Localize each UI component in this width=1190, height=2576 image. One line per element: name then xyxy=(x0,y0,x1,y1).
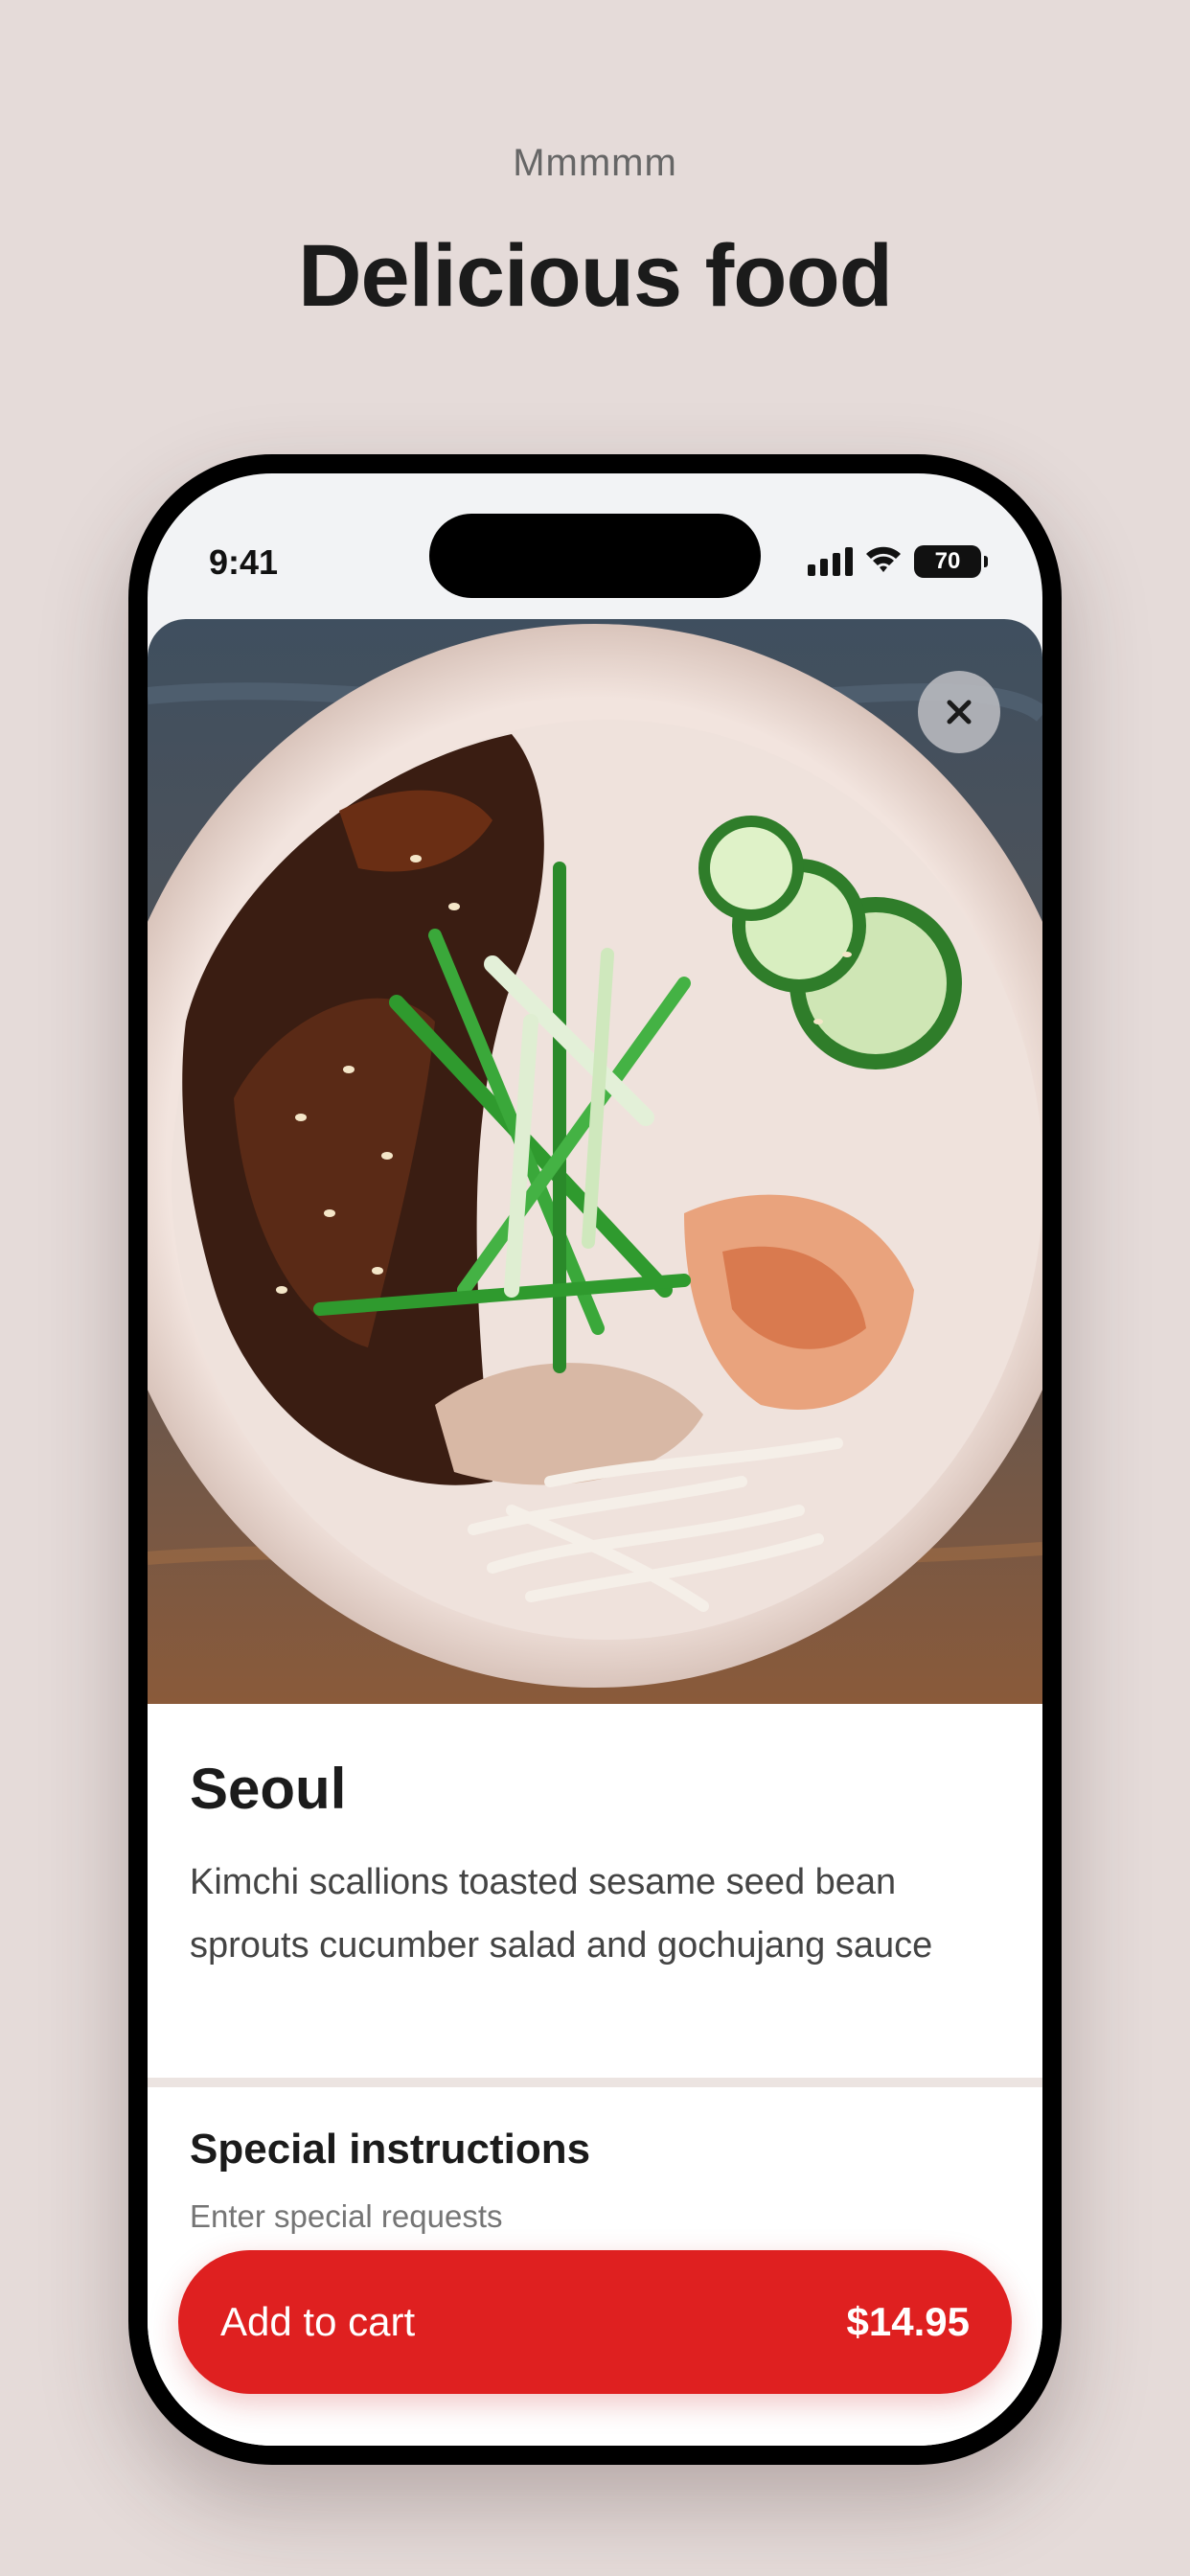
item-info: Seoul Kimchi scallions toasted sesame se… xyxy=(148,1704,1042,2078)
phone-frame: 9:41 70 Seoul Kimchi scallions toasted s… xyxy=(128,454,1062,2465)
item-price: $14.95 xyxy=(846,2299,970,2344)
status-time: 9:41 xyxy=(209,542,279,582)
special-instructions-section: Special instructions xyxy=(148,2087,1042,2235)
page: Mmmmm Delicious food 9:41 70 Seoul Kimch… xyxy=(0,0,1190,2576)
battery-icon: 70 xyxy=(914,544,988,578)
battery-level: 70 xyxy=(934,547,961,574)
item-title: Seoul xyxy=(190,1757,347,1821)
dynamic-island xyxy=(429,514,761,598)
food-bowl-image xyxy=(148,619,1042,1704)
phone-screen: 9:41 70 Seoul Kimchi scallions toasted s… xyxy=(148,473,1042,2446)
close-button[interactable] xyxy=(918,671,1000,753)
cellular-signal-icon xyxy=(808,546,853,576)
item-description: Kimchi scallions toasted sesame seed bea… xyxy=(190,1862,933,1966)
section-divider xyxy=(148,2078,1042,2087)
status-icons: 70 xyxy=(808,544,988,578)
headline: Delicious food xyxy=(298,227,893,325)
food-photo xyxy=(148,619,1042,1704)
eyebrow-text: Mmmmm xyxy=(513,142,677,184)
special-instructions-input[interactable] xyxy=(190,2198,1000,2235)
status-bar: 9:41 70 xyxy=(148,473,1042,617)
add-to-cart-button[interactable]: Add to cart $14.95 xyxy=(178,2250,1012,2394)
item-detail-sheet: Seoul Kimchi scallions toasted sesame se… xyxy=(148,619,1042,2446)
close-icon xyxy=(945,698,973,726)
wifi-icon xyxy=(864,544,903,578)
add-to-cart-label: Add to cart xyxy=(220,2299,416,2344)
special-instructions-title: Special instructions xyxy=(190,2126,591,2173)
